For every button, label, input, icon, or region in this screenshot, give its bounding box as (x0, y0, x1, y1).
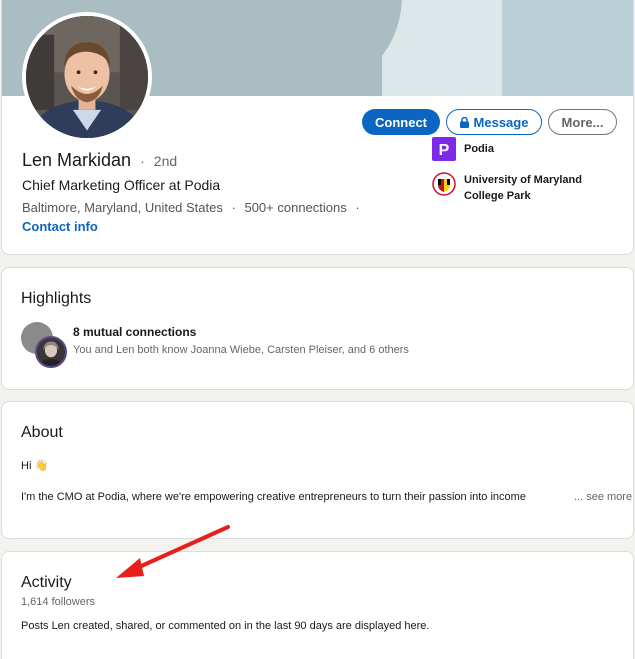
podia-logo-icon: P (432, 137, 456, 161)
mutual-connections-avatars[interactable] (21, 322, 69, 370)
about-greeting: Hi 👋 (21, 460, 49, 472)
about-text: I'm the CMO at Podia, where we're empowe… (21, 491, 526, 503)
connections-count[interactable]: 500+ connections (244, 200, 346, 215)
profile-top-card: Connect Message More... Len Markidan · 2… (1, 0, 634, 255)
activity-title: Activity (21, 574, 72, 591)
lock-icon (459, 116, 469, 128)
podia-logo-letter: P (439, 142, 450, 159)
more-button-label: More... (561, 114, 604, 130)
highlights-title: Highlights (21, 290, 92, 307)
mutual-connections-title[interactable]: 8 mutual connections (73, 325, 196, 339)
trailing-separator: · (355, 200, 360, 215)
more-button[interactable]: More... (548, 109, 617, 135)
activity-description: Posts Len created, shared, or commented … (21, 620, 430, 632)
contact-info-link[interactable]: Contact info (22, 219, 98, 234)
about-text-fade (522, 488, 574, 504)
location-separator: · (231, 200, 236, 215)
degree-separator: · (140, 153, 145, 169)
see-more-link[interactable]: ... see more (574, 491, 633, 503)
highlights-card: Highlights 8 mutual connections You and … (1, 267, 634, 390)
profile-avatar[interactable] (22, 12, 152, 142)
profile-name: Len Markidan (22, 150, 132, 170)
umd-seal-logo-icon (432, 172, 456, 196)
see-more-ellipsis: ... (574, 491, 584, 503)
location-row: Baltimore, Maryland, United States · 500… (22, 200, 360, 215)
org-podia-label: Podia (464, 143, 494, 155)
about-title: About (21, 424, 63, 441)
message-button[interactable]: Message (446, 109, 542, 135)
activity-card: Activity 1,614 followers Posts Len creat… (1, 551, 634, 659)
profile-photo (26, 16, 148, 138)
message-button-label: Message (473, 114, 529, 130)
org-umd-label: University of Maryland College Park (464, 174, 582, 202)
org-umd[interactable]: University of Maryland College Park (432, 172, 604, 204)
connect-button-label: Connect (375, 114, 427, 130)
connect-button[interactable]: Connect (362, 109, 440, 135)
mutual-connections-description: You and Len both know Joanna Wiebe, Cars… (73, 344, 409, 356)
followers-count: 1,614 followers (21, 596, 95, 608)
mutual-avatar-2 (35, 336, 67, 368)
profile-location: Baltimore, Maryland, United States (22, 200, 223, 215)
profile-headline: Chief Marketing Officer at Podia (22, 177, 221, 193)
org-podia[interactable]: P Podia (432, 137, 494, 161)
about-card: About Hi 👋 I'm the CMO at Podia, where w… (1, 401, 634, 539)
see-more-label: see more (586, 491, 633, 503)
profile-name-row: Len Markidan · 2nd (22, 150, 177, 171)
connection-degree: 2nd (153, 153, 178, 169)
